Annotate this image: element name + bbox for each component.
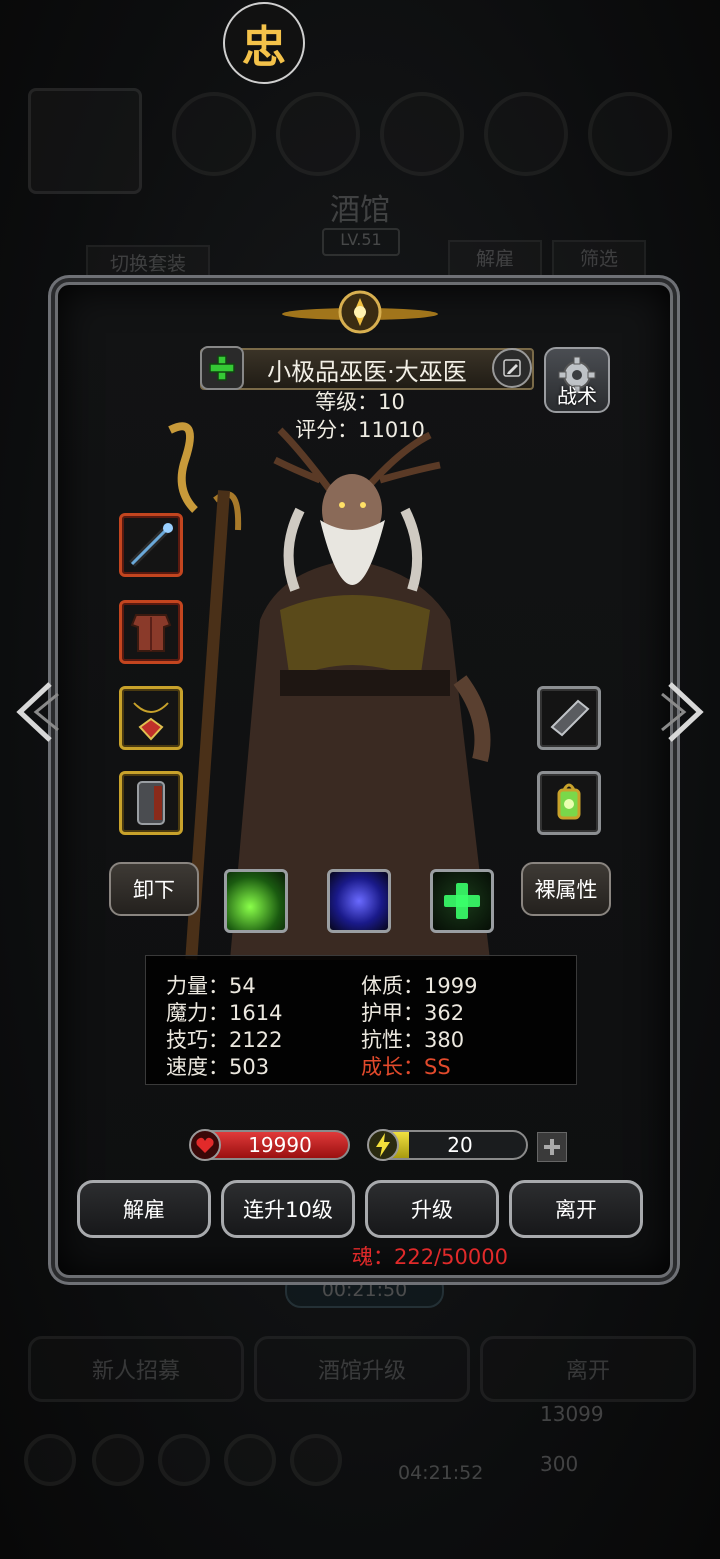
- background-menu-icon: [224, 1434, 276, 1486]
- pencil-icon: [503, 359, 521, 377]
- leave-button[interactable]: 离开: [509, 1180, 643, 1238]
- energy-value: 20: [447, 1133, 473, 1157]
- background-gift-timer: 04:21:52: [398, 1462, 484, 1484]
- lantern-icon: [557, 783, 581, 820]
- background-filter: 筛选: [552, 240, 646, 278]
- equip-slot-weapon[interactable]: [119, 513, 183, 577]
- previous-hero-arrow-icon[interactable]: [10, 680, 60, 744]
- add-button[interactable]: [200, 346, 244, 390]
- stat-armor: 护甲：362: [361, 1001, 465, 1025]
- equip-slot-bracer[interactable]: [537, 686, 601, 750]
- background-title: 酒馆: [330, 193, 390, 228]
- lightning-icon: [367, 1129, 399, 1161]
- background-switch-outfit: 切换套装: [86, 245, 210, 283]
- tactics-label: 战术: [557, 384, 597, 408]
- add-energy-button[interactable]: [537, 1132, 567, 1162]
- plus-icon: [209, 355, 235, 381]
- tactics-button[interactable]: 战术: [544, 347, 610, 413]
- skill-slot-1[interactable]: [224, 869, 288, 933]
- background-slot-circle: [484, 92, 568, 176]
- background-slot-circle: [380, 92, 464, 176]
- background-level: LV.51: [322, 228, 400, 256]
- staff-icon: [129, 523, 173, 567]
- unequip-button[interactable]: 卸下: [109, 862, 199, 916]
- background-leave-button: 离开: [480, 1336, 696, 1402]
- hero-name-label: 小极品巫医·大巫医: [200, 348, 534, 390]
- rename-button[interactable]: [492, 348, 532, 388]
- stat-resistance: 抗性：380: [361, 1028, 465, 1052]
- background-slot-circle: [172, 92, 256, 176]
- background-slot-circle: [588, 92, 672, 176]
- stat-growth: 成长：SS: [361, 1055, 451, 1079]
- level-up-button[interactable]: 升级: [365, 1180, 499, 1238]
- background-upgrade-button: 酒馆升级: [254, 1336, 470, 1402]
- background-portrait: [28, 88, 142, 194]
- hp-value: 19990: [248, 1133, 312, 1157]
- background-slot-circle: [276, 92, 360, 176]
- bracer-icon: [550, 699, 590, 737]
- stat-strength: 力量：54: [166, 974, 256, 998]
- heart-icon: [189, 1129, 221, 1161]
- equip-slot-amulet[interactable]: [119, 686, 183, 750]
- background-dismiss: 解雇: [448, 240, 542, 278]
- next-hero-arrow-icon[interactable]: [660, 680, 710, 744]
- stat-speed: 速度：503: [166, 1055, 270, 1079]
- amulet-icon: [133, 702, 169, 741]
- plus-icon: [544, 1139, 560, 1155]
- hero-level: 等级：10: [315, 390, 405, 414]
- background-gems: 300: [540, 1452, 579, 1476]
- soul-counter: 魂：222/50000: [352, 1245, 508, 1269]
- dismiss-button[interactable]: 解雇: [77, 1180, 211, 1238]
- stat-skill: 技巧：2122: [166, 1028, 283, 1052]
- armor-icon: [130, 614, 172, 652]
- frame-ornament-icon: [282, 290, 438, 334]
- equip-slot-offhand[interactable]: [119, 771, 183, 835]
- equip-slot-lantern[interactable]: [537, 771, 601, 835]
- background-gold: 13099: [540, 1402, 604, 1426]
- base-attributes-button[interactable]: 裸属性: [521, 862, 611, 916]
- shield-icon: [137, 781, 165, 825]
- skill-slot-3[interactable]: [430, 869, 494, 933]
- stat-constitution: 体质：1999: [361, 974, 478, 998]
- background-menu-icon: [92, 1434, 144, 1486]
- level-up-10-button[interactable]: 连升10级: [221, 1180, 355, 1238]
- app-logo[interactable]: 忠: [223, 2, 305, 84]
- equip-slot-armor[interactable]: [119, 600, 183, 664]
- stat-magic: 魔力：1614: [166, 1001, 283, 1025]
- skill-slot-2[interactable]: [327, 869, 391, 933]
- stats-panel: 力量：54 体质：1999 魔力：1614 护甲：362 技巧：2122 抗性：…: [145, 955, 577, 1085]
- background-recruit-button: 新人招募: [28, 1336, 244, 1402]
- background-menu-icon: [24, 1434, 76, 1486]
- background-menu-icon: [290, 1434, 342, 1486]
- green-heal-skill-icon: [444, 883, 480, 919]
- background-menu-icon: [158, 1434, 210, 1486]
